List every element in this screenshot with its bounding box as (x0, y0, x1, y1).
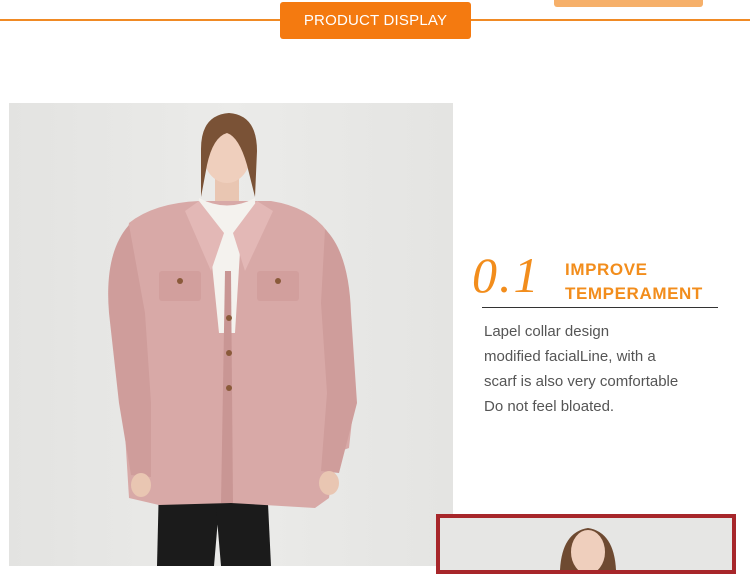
feature-number: 0.1 (472, 247, 541, 303)
description-line: scarf is also very comfortable (484, 373, 679, 390)
product-photo-thumbnail (436, 514, 736, 574)
description-line: Do not feel bloated. (484, 398, 615, 415)
feature-title: IMPROVE TEMPERAMENT (565, 258, 703, 306)
description-line: modified facialLine, with a (484, 348, 656, 365)
product-photo-main (9, 103, 453, 566)
model-head-illustration (560, 528, 616, 570)
feature-title-line: TEMPERAMENT (565, 284, 703, 303)
top-tab-decoration (554, 0, 703, 7)
title-underline (482, 307, 718, 308)
product-display-badge: PRODUCT DISPLAY (280, 2, 471, 39)
model-pink-coat-illustration (108, 113, 357, 566)
feature-description: Lapel collar design modified facialLine,… (484, 319, 724, 419)
description-line: Lapel collar design (484, 323, 610, 340)
feature-title-line: IMPROVE (565, 260, 648, 279)
